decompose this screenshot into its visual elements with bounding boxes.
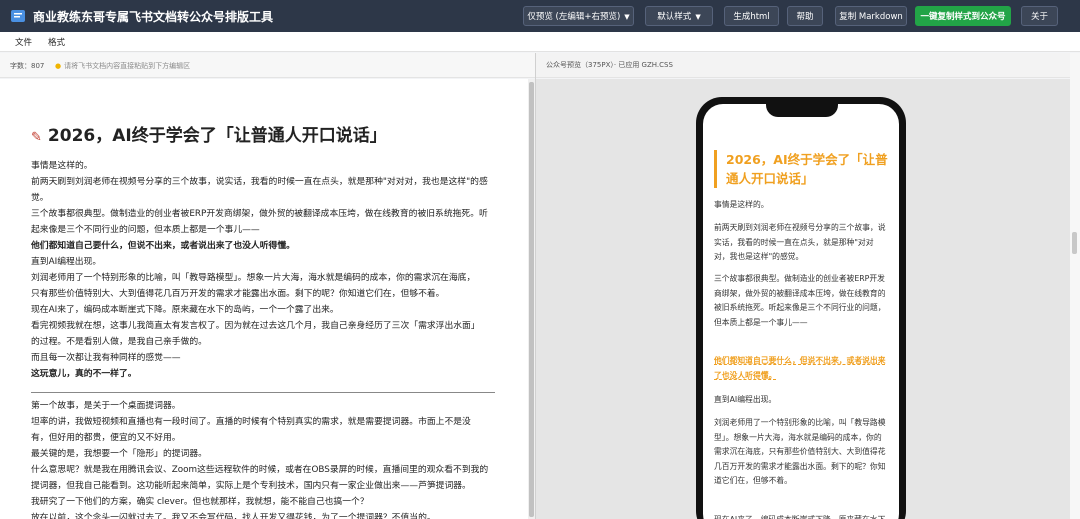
pin-icon: ✎ bbox=[31, 130, 42, 145]
app-logo-icon bbox=[11, 10, 25, 22]
menu-file[interactable]: 文件 bbox=[15, 36, 32, 48]
copy-to-wechat-button[interactable]: 一键复制样式到公众号 bbox=[915, 6, 1011, 26]
lightbulb-icon: ● bbox=[55, 62, 62, 70]
editor-line: 最关键的是，我想要一个「隐形」的提词器。 bbox=[31, 449, 207, 459]
chevron-down-icon: ▼ bbox=[695, 13, 701, 21]
editor-line: 这玩意儿，真的不一样了。 bbox=[31, 369, 137, 379]
preview-label: 公众号预览（375PX）· 已应用 GZH.CSS bbox=[546, 61, 673, 69]
menu-bar: 文件 格式 bbox=[0, 32, 1080, 52]
editor-title-text: 2026，AI终于学会了「让普通人开口说话」 bbox=[47, 126, 387, 146]
editor-status-bar: 字数：807 ● 请将飞书文档内容直接粘贴到下方编辑区 bbox=[0, 53, 535, 78]
editor-line: 三个故事都很典型。做制造业的创业者被ERP开发商绑架，做外贸的被翻译成本压垮，做… bbox=[31, 209, 488, 219]
preview-paragraph: 事情是这样的。 bbox=[714, 200, 769, 209]
editor-line: 只有那些价值特别大、大到值得花几百万开发的需求才能露出水面。剩下的呢？你知道它们… bbox=[31, 289, 445, 299]
editor-line: 什么意思呢？就是我在用腾讯会议、Zoom这些远程软件的时候，或者在OBS录屏的时… bbox=[31, 465, 489, 475]
editor-title: ✎ 2026，AI终于学会了「让普通人开口说话」 bbox=[31, 121, 387, 146]
editor-line: 坦率的讲，我做短视频和直播也有一段时间了。直播的时候有个特别真实的需求，就是需要… bbox=[31, 417, 471, 427]
menu-format[interactable]: 格式 bbox=[48, 36, 65, 48]
copy-markdown-button[interactable]: 复制 Markdown bbox=[835, 6, 907, 26]
editor-line: 放在以前，这个念头一闪就过去了。我又不会写代码，找人开发又得花钱，为了一个提词器… bbox=[31, 513, 436, 519]
preview-paragraph: 三个故事都很典型。做制造业的创业者被ERP开发商绑架，做外贸的被翻译成本压垮，做… bbox=[714, 274, 886, 327]
preview-highlight-paragraph: 他们都知道自己要什么，但说不出来，或者说出来了也没人听得懂。 bbox=[714, 356, 886, 380]
editor-line: 提词器，但我自己能看到。这功能听起来简单，实际上是个专利技术，国内只有一家企业做… bbox=[31, 481, 471, 491]
editor-line: 而且每一次都让我有种同样的感觉—— bbox=[31, 353, 181, 363]
editor-line: 看完视频我就在想，这事儿我简直太有发言权了。因为就在过去这几个月，我自己亲身经历… bbox=[31, 321, 480, 331]
app-title: 商业教练东哥专属飞书文档转公众号排版工具 bbox=[33, 10, 274, 24]
preview-paragraph: 刘润老师用了一个特别形象的比喻，叫「教导路模型」。想象一片大海，海水就是编码的成… bbox=[714, 418, 886, 485]
chevron-down-icon: ▼ bbox=[624, 13, 630, 21]
help-button[interactable]: 帮助 bbox=[787, 6, 823, 26]
preview-status-bar: 公众号预览（375PX）· 已应用 GZH.CSS bbox=[536, 53, 1080, 78]
paste-hint: ● 请将飞书文档内容直接粘贴到下方编辑区 bbox=[55, 61, 190, 71]
editor-line: 前两天刷到刘润老师在视频号分享的三个故事，说实话，我看的时候一直在点头，就是那种… bbox=[31, 177, 488, 187]
editor-line: 刘润老师用了一个特别形象的比喻，叫「教导路模型」。想象一片大海，海水就是编码的成… bbox=[31, 273, 476, 283]
preview-paragraph: 现在AI来了，编码成本断崖式下降。原来藏在水下的岛屿，一个一个露了出来。 bbox=[714, 513, 889, 519]
style-select[interactable]: 默认样式 ▼ bbox=[645, 6, 713, 26]
editor-line: 第一个故事，是关于一个桌面提词器。 bbox=[31, 401, 181, 411]
style-select-label: 默认样式 bbox=[657, 12, 692, 22]
editor-line: 事情是这样的。 bbox=[31, 161, 93, 171]
editor-line: 的过程。不是看别人做，是我自己亲手做的。 bbox=[31, 337, 207, 347]
word-count: 字数：807 bbox=[10, 62, 45, 70]
top-bar: 商业教练东哥专属飞书文档转公众号排版工具 仅预览 (左编辑+右预览) ▼ 默认样式… bbox=[0, 0, 1080, 32]
editor-content: 事情是这样的。前两天刷到刘润老师在视频号分享的三个故事，说实话，我看的时候一直在… bbox=[31, 158, 499, 519]
generate-html-button[interactable]: 生成html bbox=[724, 6, 779, 26]
preview-mode-select[interactable]: 仅预览 (左编辑+右预览) ▼ bbox=[523, 6, 634, 26]
editor-scrollbar-thumb[interactable] bbox=[529, 82, 534, 517]
preview-scrollbar-thumb[interactable] bbox=[1072, 232, 1077, 254]
editor-line: 起来像是三个不同行业的问题，但本质上都是一个事儿—— bbox=[31, 225, 260, 235]
preview-scrollbar-track[interactable] bbox=[1070, 53, 1080, 519]
preview-paragraph: 前两天刷到刘润老师在视频号分享的三个故事，说实话，我看的时候一直在点头，就是那种… bbox=[714, 223, 886, 261]
paste-hint-text: 请将飞书文档内容直接粘贴到下方编辑区 bbox=[64, 62, 191, 70]
horizontal-rule bbox=[31, 392, 495, 393]
editor-line: 他们都知道自己要什么，但说不出来，或者说出来了也没人听得懂。 bbox=[31, 241, 295, 251]
preview-paragraph: 直到AI编程出现。 bbox=[714, 395, 777, 404]
editor-line: 现在AI来了，编码成本断崖式下降。原来藏在水下的岛屿，一个一个露了出来。 bbox=[31, 305, 339, 315]
editor-line: 我研究了一下他们的方案，确实 clever。但也就那样，我就想，能不能自己也搞一… bbox=[31, 497, 369, 507]
editor-line: 直到AI编程出现。 bbox=[31, 257, 102, 267]
editor-line: 觉。 bbox=[31, 193, 49, 203]
about-button[interactable]: 关于 bbox=[1021, 6, 1058, 26]
editor-line: 有，但好用的都贵，便宜的又不好用。 bbox=[31, 433, 181, 443]
preview-mode-label: 仅预览 (左编辑+右预览) bbox=[527, 12, 621, 22]
